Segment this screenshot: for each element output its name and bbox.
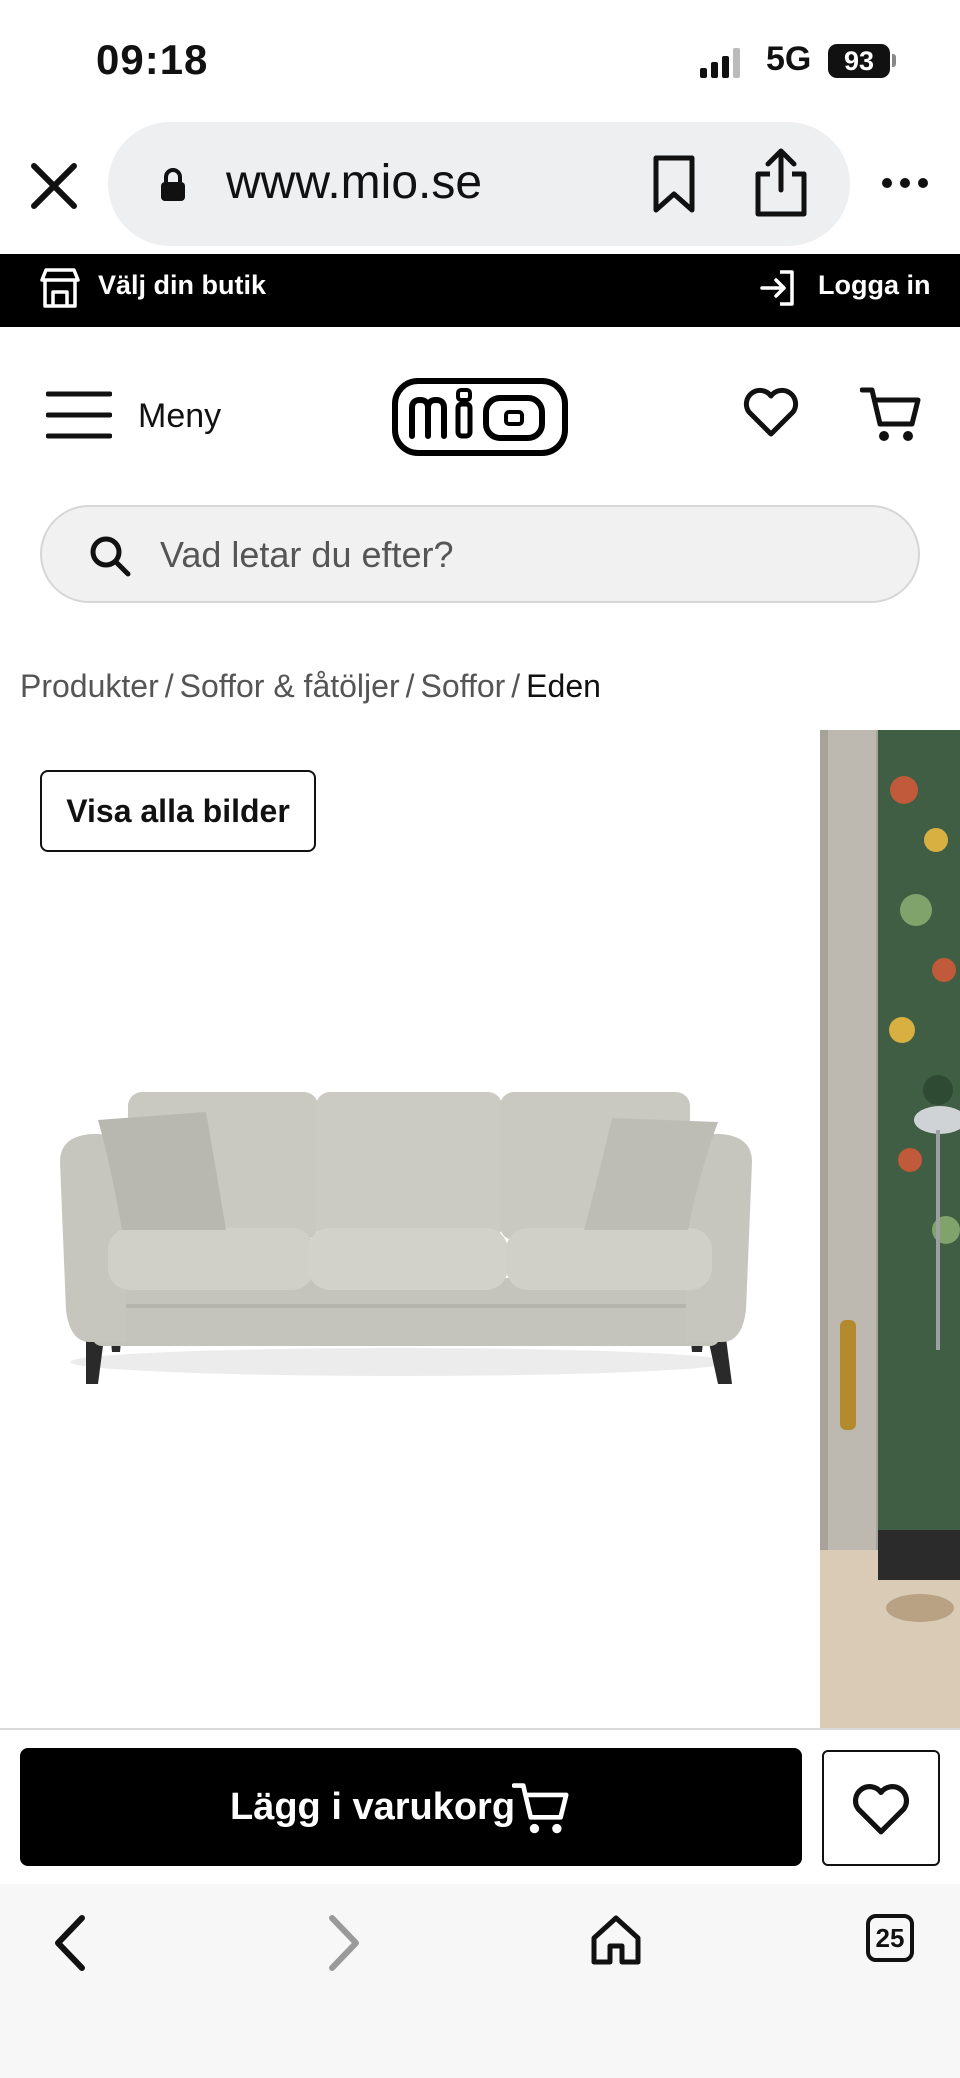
network-label: 5G bbox=[766, 40, 812, 78]
breadcrumb-separator: / bbox=[511, 668, 521, 704]
chevron-right-icon[interactable] bbox=[322, 1912, 366, 1974]
product-gallery[interactable]: Visa alla bilder bbox=[0, 730, 960, 1728]
more-icon[interactable] bbox=[880, 168, 930, 198]
mio-logo[interactable] bbox=[392, 378, 568, 456]
breadcrumb-item-produkter[interactable]: Produkter bbox=[20, 668, 159, 704]
lifestyle-image[interactable] bbox=[820, 730, 960, 1728]
chevron-left-icon[interactable] bbox=[48, 1912, 92, 1974]
breadcrumb-separator: / bbox=[405, 668, 415, 704]
battery-nub bbox=[892, 54, 896, 67]
sofa-image bbox=[60, 1092, 752, 1384]
close-icon[interactable] bbox=[28, 160, 80, 212]
share-icon[interactable] bbox=[752, 146, 810, 218]
store-selector[interactable]: Välj din butik bbox=[98, 270, 266, 301]
login-link[interactable]: Logga in bbox=[818, 270, 930, 301]
heart-icon[interactable] bbox=[742, 386, 800, 438]
status-time: 09:18 bbox=[96, 36, 209, 83]
cart-icon[interactable] bbox=[860, 384, 922, 444]
store-icon[interactable] bbox=[38, 266, 82, 310]
heart-icon bbox=[852, 1784, 910, 1835]
battery-indicator: 93 bbox=[828, 44, 890, 78]
login-icon[interactable] bbox=[758, 268, 798, 308]
breadcrumb-item-soffor-fatoljer[interactable]: Soffor & fåtöljer bbox=[180, 668, 400, 704]
breadcrumb-separator: / bbox=[164, 668, 174, 704]
add-to-cart-label[interactable]: Lägg i varukorg bbox=[230, 1786, 515, 1829]
logo-lettering bbox=[409, 388, 545, 441]
url-text[interactable]: www.mio.se bbox=[226, 155, 482, 210]
tabs-button[interactable]: 25 bbox=[866, 1914, 914, 1962]
menu-button[interactable]: Meny bbox=[138, 397, 221, 436]
breadcrumb-item-soffor[interactable]: Soffor bbox=[420, 668, 505, 704]
menu-icon[interactable] bbox=[46, 390, 112, 440]
breadcrumb: Produkter / Soffor & fåtöljer / Soffor / Eden bbox=[20, 668, 601, 705]
home-icon[interactable] bbox=[590, 1914, 642, 1966]
lifestyle-scene bbox=[820, 730, 960, 1728]
cart-icon[interactable] bbox=[512, 1780, 570, 1836]
browser-toolbar bbox=[0, 1884, 960, 2078]
search-icon bbox=[90, 536, 131, 577]
bookmark-icon[interactable] bbox=[648, 154, 700, 216]
breadcrumb-item-eden: Eden bbox=[526, 668, 601, 704]
wishlist-button[interactable] bbox=[822, 1750, 940, 1866]
signal-icon bbox=[700, 48, 740, 78]
show-all-images-button[interactable]: Visa alla bilder bbox=[40, 770, 316, 852]
search-placeholder[interactable]: Vad letar du efter? bbox=[160, 534, 454, 576]
product-image[interactable] bbox=[0, 730, 818, 1728]
lock-icon bbox=[161, 168, 185, 201]
